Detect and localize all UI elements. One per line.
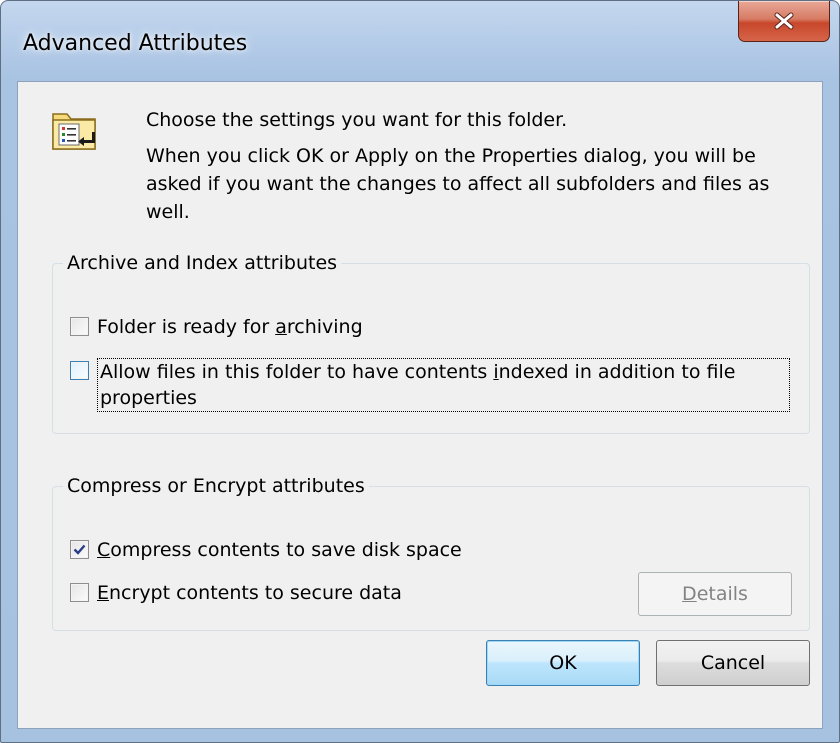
archive-index-group-title: Archive and Index attributes [67,252,338,274]
close-button[interactable] [738,1,830,42]
folder-attributes-icon [52,113,96,150]
advanced-attributes-window: Advanced Attributes Choose the settings … [0,0,840,743]
indexing-checkbox-row[interactable]: Allow files in this folder to have conte… [70,358,790,412]
encrypt-label[interactable]: Encrypt contents to secure data [97,580,402,606]
compress-encrypt-group-title: Compress or Encrypt attributes [67,475,365,497]
intro-text: Choose the settings you want for this fo… [146,106,806,226]
compress-label[interactable]: Compress contents to save disk space [97,537,462,563]
intro-line-1: Choose the settings you want for this fo… [146,109,568,131]
details-button[interactable]: Details [638,572,792,616]
archiving-checkbox[interactable] [70,317,89,336]
close-x-icon [774,12,794,30]
checkmark-icon [73,544,86,555]
indexing-checkbox[interactable] [70,361,89,380]
encrypt-checkbox-row[interactable]: Encrypt contents to secure data [70,580,402,606]
window-title: Advanced Attributes [23,31,248,56]
title-bar[interactable]: Advanced Attributes [1,1,839,81]
intro-line-2: When you click OK or Apply on the Proper… [146,145,770,223]
indexing-label[interactable]: Allow files in this folder to have conte… [97,358,790,412]
encrypt-checkbox[interactable] [70,583,89,602]
compress-checkbox[interactable] [70,540,89,559]
archiving-checkbox-row[interactable]: Folder is ready for archiving [70,314,363,340]
compress-checkbox-row[interactable]: Compress contents to save disk space [70,537,462,563]
archiving-label[interactable]: Folder is ready for archiving [97,314,363,340]
cancel-button[interactable]: Cancel [656,640,810,686]
dialog-client-area: Choose the settings you want for this fo… [17,81,823,729]
ok-button[interactable]: OK [486,640,640,686]
